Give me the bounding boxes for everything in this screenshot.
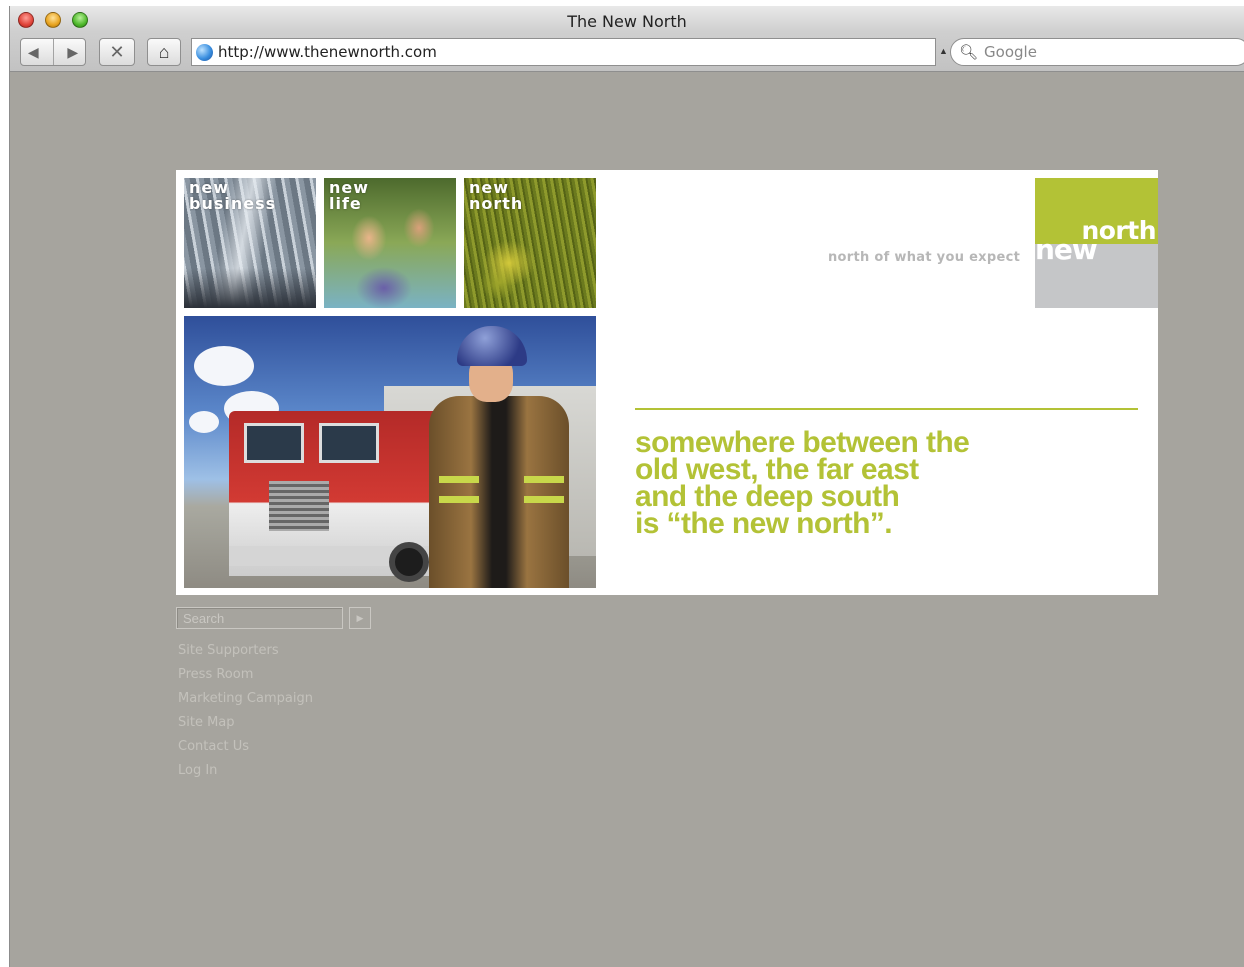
tile-label: new business	[189, 180, 276, 212]
link-contact-us[interactable]: Contact Us	[178, 735, 313, 759]
headline-line: somewhere between the	[635, 426, 970, 459]
tile-label-line2: north	[469, 194, 524, 213]
link-site-map[interactable]: Site Map	[178, 711, 313, 735]
cloud	[194, 346, 254, 386]
home-button[interactable]: ⌂	[147, 38, 181, 66]
title-bar: The New North	[10, 6, 1244, 34]
tile-label-line2: business	[189, 194, 277, 213]
reflective-stripe	[524, 476, 564, 483]
window-title: The New North	[567, 12, 687, 31]
firefighter	[429, 326, 569, 588]
stop-button[interactable]: ✕	[99, 38, 135, 66]
link-marketing-campaign[interactable]: Marketing Campaign	[178, 687, 313, 711]
search-icon: 🔍︎	[959, 43, 979, 61]
link-press-room[interactable]: Press Room	[178, 663, 313, 687]
truck-window	[244, 423, 304, 463]
tile-new-business[interactable]: new business	[184, 178, 316, 308]
close-icon: ✕	[109, 41, 125, 62]
browser-window: The New North ◀ ▶ ✕ ⌂ http://www.thenewn…	[9, 6, 1244, 967]
browser-chrome: The New North ◀ ▶ ✕ ⌂ http://www.thenewn…	[10, 6, 1244, 72]
search-go-button[interactable]: ▶	[349, 607, 371, 629]
back-forward-buttons: ◀ ▶	[20, 38, 86, 66]
link-site-supporters[interactable]: Site Supporters	[178, 639, 313, 663]
firefighter-coat	[429, 396, 569, 588]
reflective-stripe	[524, 496, 564, 503]
logo-word-new: new	[1035, 233, 1098, 266]
firefighter-photo	[184, 316, 596, 588]
hero-banner: new business new life new north north of…	[176, 170, 1158, 595]
chevron-up-icon[interactable]: ▲	[939, 46, 948, 56]
reflective-stripe	[439, 476, 479, 483]
left-arrow-icon: ◀	[27, 43, 39, 60]
reflective-stripe	[439, 496, 479, 503]
fire-truck	[229, 411, 439, 582]
globe-icon	[196, 43, 213, 61]
tile-label: new north	[469, 180, 523, 212]
back-button[interactable]: ◀	[28, 44, 39, 61]
footer-nav: Site Supporters Press Room Marketing Cam…	[178, 639, 313, 783]
address-bar[interactable]: http://www.thenewnorth.com	[191, 38, 936, 66]
tile-label-line2: life	[329, 194, 362, 213]
headline: somewhere between the old west, the far …	[635, 426, 1055, 540]
truck-grill	[269, 481, 329, 531]
tile-new-life[interactable]: new life	[324, 178, 456, 308]
tagline: north of what you expect	[828, 250, 1021, 265]
right-arrow-icon: ▶	[67, 43, 79, 60]
truck-wheel	[389, 542, 429, 582]
forward-button[interactable]: ▶	[67, 44, 78, 61]
home-icon: ⌂	[158, 41, 170, 62]
headline-line: old west, the far east	[635, 453, 919, 486]
address-url: http://www.thenewnorth.com	[218, 43, 437, 61]
divider	[635, 408, 1138, 410]
headline-line: is “the new north”.	[635, 507, 893, 540]
tile-new-north[interactable]: new north	[464, 178, 596, 308]
browser-search-input[interactable]: 🔍︎ Google	[950, 38, 1244, 66]
new-north-logo[interactable]: north new	[1035, 178, 1158, 308]
firefighter-helmet	[457, 326, 527, 366]
cloud	[189, 411, 219, 433]
tile-label: new life	[329, 180, 369, 212]
browser-search-placeholder: Google	[984, 43, 1037, 61]
headline-line: and the deep south	[635, 480, 900, 513]
divider	[52, 39, 54, 65]
play-icon: ▶	[356, 612, 364, 623]
browser-toolbar: ◀ ▶ ✕ ⌂ http://www.thenewnorth.com ▲ 🔍︎ …	[10, 36, 1244, 68]
link-log-in[interactable]: Log In	[178, 759, 313, 783]
site-search-input[interactable]	[176, 607, 343, 629]
truck-window	[319, 423, 379, 463]
